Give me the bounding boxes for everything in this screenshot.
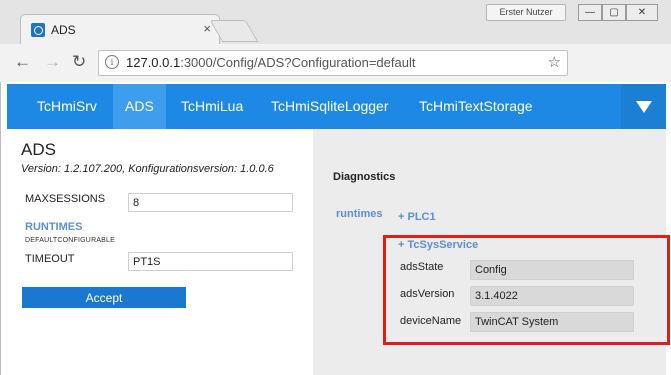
reload-icon[interactable]: ↻: [72, 53, 86, 71]
profile-badge[interactable]: Erster Nutzer: [486, 4, 566, 21]
version-text: Version: 1.2.107.200, Konfigurationsvers…: [21, 163, 274, 175]
tree-node-plc1[interactable]: + PLC1: [398, 211, 436, 223]
window-minimize-button[interactable]: —: [578, 4, 602, 21]
page-title: ADS: [21, 140, 56, 159]
address-bar[interactable]: i 127.0.0.1:3000/Config/ADS?Configuratio…: [98, 50, 568, 76]
default-configurable-text: DEFAULTCONFIGURABLE: [25, 237, 116, 244]
diagnostics-title: Diagnostics: [333, 171, 396, 183]
browser-title-bar: ADS × Erster Nutzer — ▢ ✕: [0, 0, 671, 45]
highlight-box: [383, 235, 670, 345]
window-maximize-button[interactable]: ▢: [602, 4, 626, 21]
address-url[interactable]: 127.0.0.1:3000/Config/ADS?Configuration=…: [126, 55, 415, 70]
browser-tab-ads[interactable]: ADS ×: [20, 14, 220, 45]
maxsessions-field[interactable]: [128, 193, 293, 212]
tab-favicon-icon: [31, 23, 45, 37]
browser-toolbar: ← → ↻ i 127.0.0.1:3000/Config/ADS?Config…: [0, 44, 671, 121]
nav-dropdown-icon[interactable]: [621, 84, 666, 129]
nav-item-tchmisrv[interactable]: TcHmiSrv: [25, 84, 109, 129]
arrow-left-icon[interactable]: ←: [14, 53, 31, 71]
runtimes-link[interactable]: RUNTIMES: [25, 221, 82, 233]
accept-button[interactable]: Accept: [22, 287, 186, 308]
app-navigation: TcHmiSrv ADS TcHmiLua TcHmiSqliteLogger …: [7, 84, 666, 129]
star-icon[interactable]: ☆: [548, 53, 561, 71]
arrow-right-icon[interactable]: →: [44, 53, 61, 71]
nav-item-tchmitextstorage[interactable]: TcHmiTextStorage: [407, 84, 545, 129]
url-path: :3000/Config/ADS?Configuration=default: [180, 55, 416, 70]
nav-item-tchmilua[interactable]: TcHmiLua: [169, 84, 255, 129]
maxsessions-label: MAXSESSIONS: [25, 193, 106, 205]
timeout-label: TIMEOUT: [25, 253, 75, 265]
window-close-button[interactable]: ✕: [626, 4, 658, 21]
url-host: 127.0.0.1: [126, 55, 181, 70]
nav-item-ads[interactable]: ADS: [113, 84, 166, 129]
nav-item-tchmisqlitelogger[interactable]: TcHmiSqliteLogger: [259, 84, 401, 129]
config-pane: ADS Version: 1.2.107.200, Konfigurations…: [7, 129, 307, 375]
tab-title: ADS: [51, 23, 76, 37]
info-icon[interactable]: i: [105, 55, 119, 69]
timeout-field[interactable]: [128, 252, 293, 271]
runtimes-tree-label[interactable]: runtimes: [336, 208, 382, 220]
tab-close-icon[interactable]: ×: [203, 21, 211, 36]
